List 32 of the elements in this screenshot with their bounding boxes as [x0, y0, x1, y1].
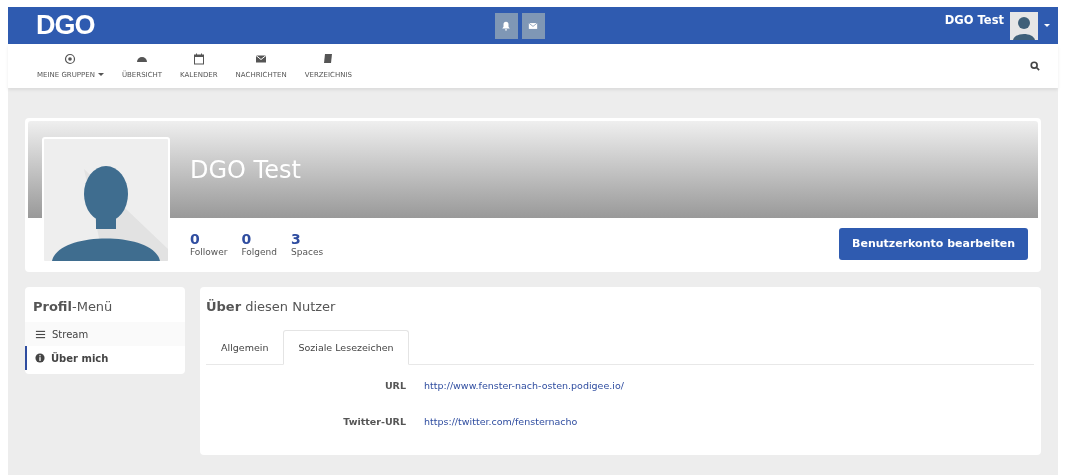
menu-title: Profil-Menü [32, 298, 114, 316]
notifications-button[interactable] [494, 12, 518, 39]
menu-item[interactable]: Stream [25, 322, 185, 346]
envelope-icon [255, 53, 268, 65]
tab[interactable]: Allgemein [206, 330, 284, 365]
caret-icon[interactable] [1044, 23, 1050, 28]
envelope-icon [528, 20, 539, 31]
menu-icon [35, 328, 46, 340]
messages-button[interactable] [521, 12, 545, 39]
tab[interactable]: Soziale Lesezeichen [283, 330, 409, 365]
book-icon [322, 53, 335, 65]
field-link[interactable]: http://www.fenster-nach-osten.podigee.io/ [424, 379, 624, 391]
field-label: URL [383, 379, 406, 391]
stat-count[interactable]: 3 [291, 230, 324, 247]
stat-count[interactable]: 0 [241, 230, 277, 247]
field-link[interactable]: https://twitter.com/fensternacho [424, 415, 578, 427]
search-icon[interactable] [1030, 61, 1040, 71]
bell-icon [501, 20, 512, 31]
logo[interactable]: DGO [36, 10, 95, 41]
user-name[interactable]: DGO Test [944, 13, 1004, 27]
calendar-icon [192, 53, 205, 65]
stat-label: Follower [190, 246, 228, 257]
target-icon [64, 53, 77, 65]
stat-label: Folgend [241, 246, 277, 257]
stat-label: Spaces [291, 246, 324, 257]
info-icon [35, 353, 45, 363]
stat-count[interactable]: 0 [190, 230, 228, 247]
profile-name: DGO Test [190, 155, 301, 184]
field-label: Twitter-URL [342, 415, 406, 427]
avatar[interactable] [1010, 11, 1038, 40]
edit-account-button[interactable]: Benutzerkonto bearbeiten [839, 227, 1028, 260]
panel-title: Über diesen Nutzer [206, 299, 337, 314]
